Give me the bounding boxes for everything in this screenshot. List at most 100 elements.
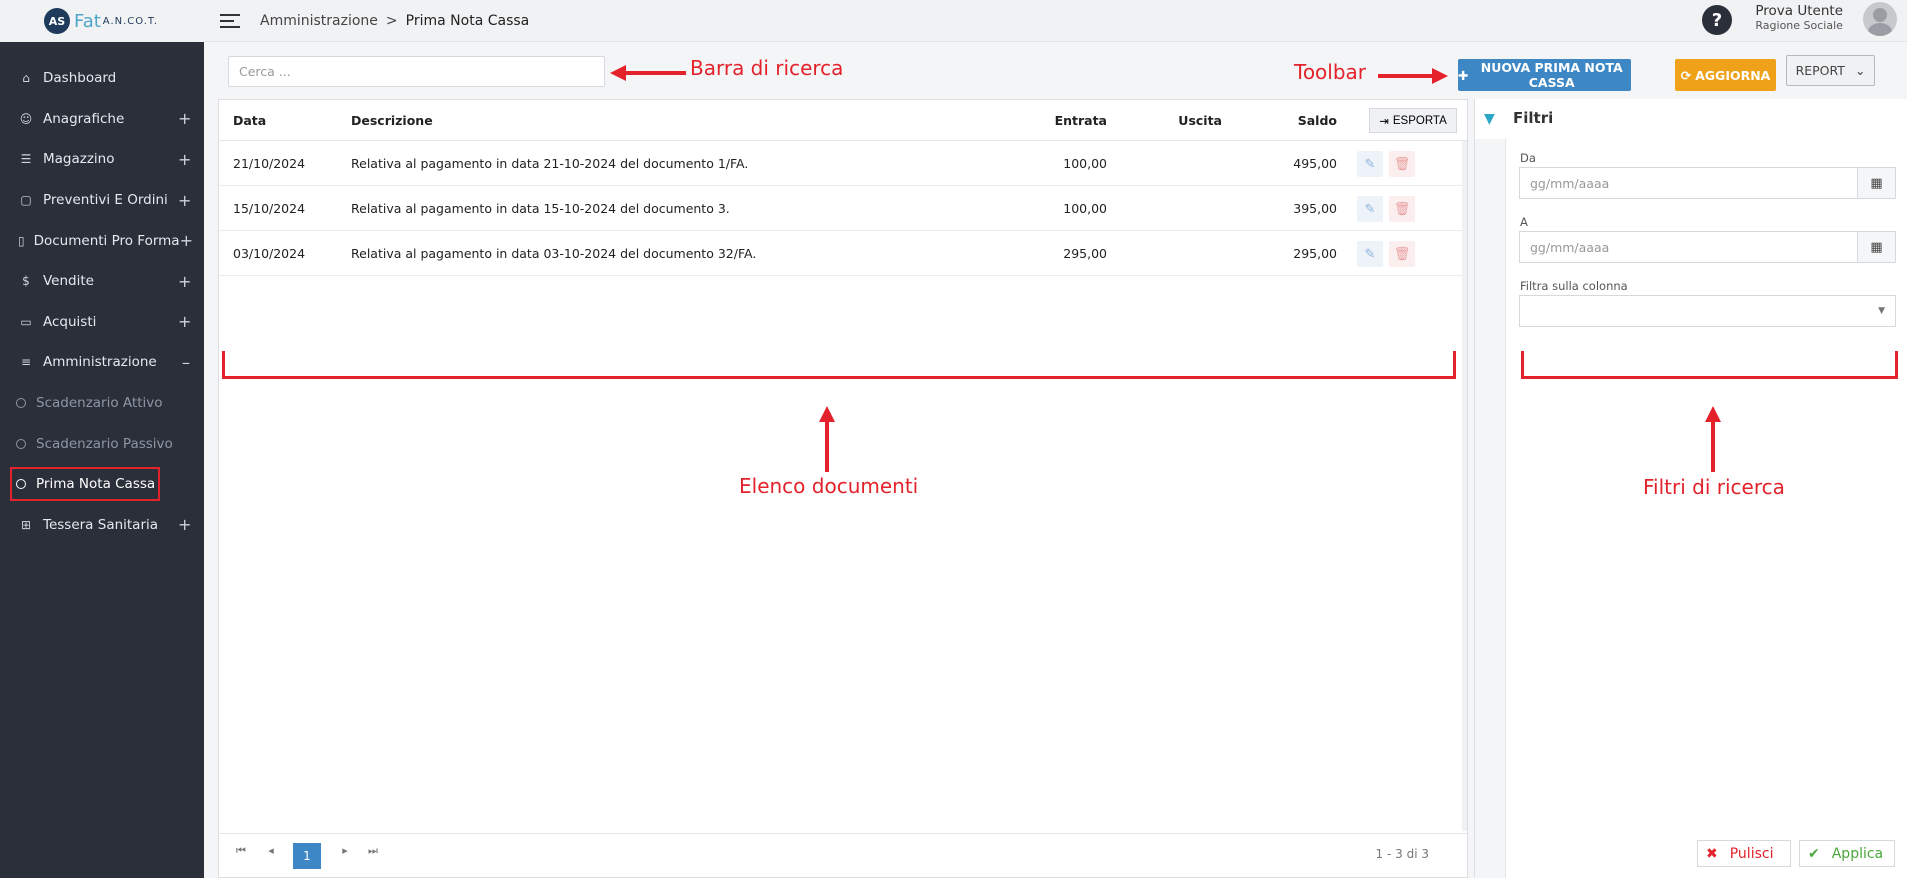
refresh-icon: ⟳ — [1680, 67, 1692, 83]
previous-page-icon[interactable]: ◂ — [261, 844, 281, 857]
sidebar-item-tessera-sanitaria[interactable]: ⊞ Tessera Sanitaria + — [0, 505, 204, 546]
date-placeholder: gg/mm/aaaa — [1530, 239, 1610, 255]
sidebar-item-magazzino[interactable]: ☰ Magazzino + — [0, 139, 204, 180]
cell-saldo: 395,00 — [1293, 200, 1337, 216]
table-row[interactable]: 03/10/2024 Relativa al pagamento in data… — [219, 231, 1467, 276]
report-dropdown-button[interactable]: REPORT ⌄ — [1786, 55, 1875, 86]
user-company: Ragione Sociale — [1755, 19, 1843, 32]
filter-collapse-bar[interactable] — [1475, 139, 1506, 878]
home-icon: ⌂ — [22, 71, 30, 86]
sidebar-item-dashboard[interactable]: ⌂ Dashboard — [0, 58, 204, 99]
breadcrumb-separator: > — [385, 12, 398, 29]
avatar[interactable] — [1863, 2, 1897, 36]
pagination: ⏮ ◂ 1 ▸ ⏭ 1 - 3 di 3 — [219, 833, 1467, 877]
calendar-icon[interactable]: ▦ — [1857, 232, 1895, 262]
filter-column-label: Filtra sulla colonna — [1520, 279, 1628, 293]
table-header: Data Descrizione Entrata Uscita Saldo ⇥ … — [219, 100, 1467, 141]
apply-button-label: Applica — [1831, 845, 1884, 862]
sidebar-item-preventivi[interactable]: ▢ Preventivi E Ordini + — [0, 180, 204, 221]
cell-entrata: 100,00 — [1063, 155, 1107, 171]
logo-suffix: A.N.CO.T. — [102, 15, 159, 27]
plus-icon: + — [178, 149, 192, 169]
sidebar-subitem-scadenzario-attivo[interactable]: Scadenzario Attivo — [0, 383, 204, 424]
breadcrumb-parent[interactable]: Amministrazione — [260, 13, 378, 29]
card-icon: ▭ — [20, 314, 32, 329]
dollar-icon: $ — [22, 274, 30, 289]
clear-filters-button[interactable]: ✖ Pulisci — [1697, 840, 1791, 867]
edit-icon[interactable]: ✎ — [1357, 151, 1383, 177]
next-page-icon[interactable]: ▸ — [335, 844, 355, 857]
circle-icon — [16, 438, 26, 449]
export-button[interactable]: ⇥ ESPORTA — [1369, 108, 1457, 133]
calendar-icon[interactable]: ▦ — [1857, 168, 1895, 198]
sidebar-item-acquisti[interactable]: ▭ Acquisti + — [0, 302, 204, 343]
refresh-button[interactable]: ⟳ AGGIORNA — [1675, 59, 1776, 91]
sidebar-nav: ⌂ Dashboard ☺ Anagrafiche + ☰ Magazzino … — [0, 42, 204, 545]
annotation-arrow-list — [819, 406, 835, 472]
annotation-search-filters: Filtri di ricerca — [1643, 475, 1785, 499]
close-icon: ✖ — [1706, 845, 1718, 862]
minus-icon: – — [182, 352, 190, 372]
column-header-saldo[interactable]: Saldo — [1298, 113, 1337, 128]
last-page-icon[interactable]: ⏭ — [363, 844, 383, 858]
sidebar-item-label: Dashboard — [43, 70, 117, 87]
column-header-uscita[interactable]: Uscita — [1178, 113, 1222, 128]
hamburger-menu-icon[interactable] — [220, 13, 240, 28]
filter-to-label: A — [1520, 215, 1528, 229]
sidebar: AS Fat A.N.CO.T. ⌂ Dashboard ☺ Anagrafic… — [0, 0, 204, 878]
annotation-toolbar: Toolbar — [1294, 60, 1367, 84]
plus-icon: + — [178, 312, 192, 332]
cell-saldo: 295,00 — [1293, 245, 1337, 261]
plus-icon: + — [178, 109, 192, 129]
cell-data: 03/10/2024 — [233, 245, 306, 261]
user-name: Prova Utente — [1755, 3, 1843, 19]
sidebar-item-label: Scadenzario Passivo — [36, 435, 173, 452]
trash-icon[interactable]: 🗑 — [1389, 151, 1415, 177]
sidebar-item-proforma[interactable]: ▯ Documenti Pro Forma + — [0, 220, 204, 261]
annotation-document-list: Elenco documenti — [739, 474, 919, 498]
page-current[interactable]: 1 — [293, 843, 321, 869]
cell-entrata: 100,00 — [1063, 200, 1107, 216]
trash-icon[interactable]: 🗑 — [1389, 241, 1415, 267]
sidebar-item-anagrafiche[interactable]: ☺ Anagrafiche + — [0, 99, 204, 140]
logo[interactable]: AS Fat A.N.CO.T. — [0, 0, 204, 42]
table-row[interactable]: 15/10/2024 Relativa al pagamento in data… — [219, 186, 1467, 231]
apply-filters-button[interactable]: ✔ Applica — [1799, 840, 1895, 867]
trash-icon[interactable]: 🗑 — [1389, 196, 1415, 222]
edit-icon[interactable]: ✎ — [1357, 241, 1383, 267]
table-row[interactable]: 21/10/2024 Relativa al pagamento in data… — [219, 141, 1467, 186]
user-icon: ☺ — [19, 111, 33, 126]
sidebar-subitem-prima-nota-cassa[interactable]: Prima Nota Cassa — [0, 464, 204, 505]
filter-column-select[interactable]: ▼ — [1519, 295, 1896, 327]
search-input[interactable] — [228, 56, 605, 87]
first-page-icon[interactable]: ⏮ — [231, 844, 251, 858]
help-icon[interactable]: ? — [1702, 5, 1732, 35]
filter-to-date-input[interactable]: gg/mm/aaaa ▦ — [1519, 231, 1896, 263]
vertical-scrollbar[interactable] — [1462, 141, 1467, 831]
cell-data: 15/10/2024 — [233, 200, 306, 216]
check-icon: ✔ — [1808, 845, 1820, 862]
annotation-search-bar: Barra di ricerca — [690, 56, 844, 80]
sidebar-item-label: Documenti Pro Forma — [33, 232, 180, 249]
new-prima-nota-button[interactable]: ✚ NUOVA PRIMA NOTA CASSA — [1458, 59, 1631, 91]
sidebar-item-amministrazione[interactable]: ≡ Amministrazione – — [0, 342, 204, 383]
circle-icon — [16, 398, 26, 409]
sidebar-item-vendite[interactable]: $ Vendite + — [0, 261, 204, 302]
export-icon: ⇥ — [1379, 115, 1389, 128]
chevron-down-icon: ⌄ — [1854, 63, 1866, 78]
column-header-entrata[interactable]: Entrata — [1055, 113, 1107, 128]
cell-data: 21/10/2024 — [233, 155, 306, 171]
sidebar-item-label: Scadenzario Attivo — [36, 395, 163, 412]
filter-title: Filtri — [1513, 109, 1554, 127]
filter-from-date-input[interactable]: gg/mm/aaaa ▦ — [1519, 167, 1896, 199]
edit-icon[interactable]: ✎ — [1357, 196, 1383, 222]
column-header-descrizione[interactable]: Descrizione — [351, 113, 433, 128]
sidebar-subitem-scadenzario-passivo[interactable]: Scadenzario Passivo — [0, 423, 204, 464]
column-header-data[interactable]: Data — [233, 113, 266, 128]
sidebar-item-label: Acquisti — [43, 313, 97, 330]
cell-saldo: 495,00 — [1293, 155, 1337, 171]
user-info[interactable]: Prova Utente Ragione Sociale — [1755, 3, 1843, 32]
database-icon: ≡ — [20, 355, 32, 370]
export-button-label: ESPORTA — [1392, 114, 1447, 127]
sidebar-item-label: Magazzino — [43, 151, 115, 168]
